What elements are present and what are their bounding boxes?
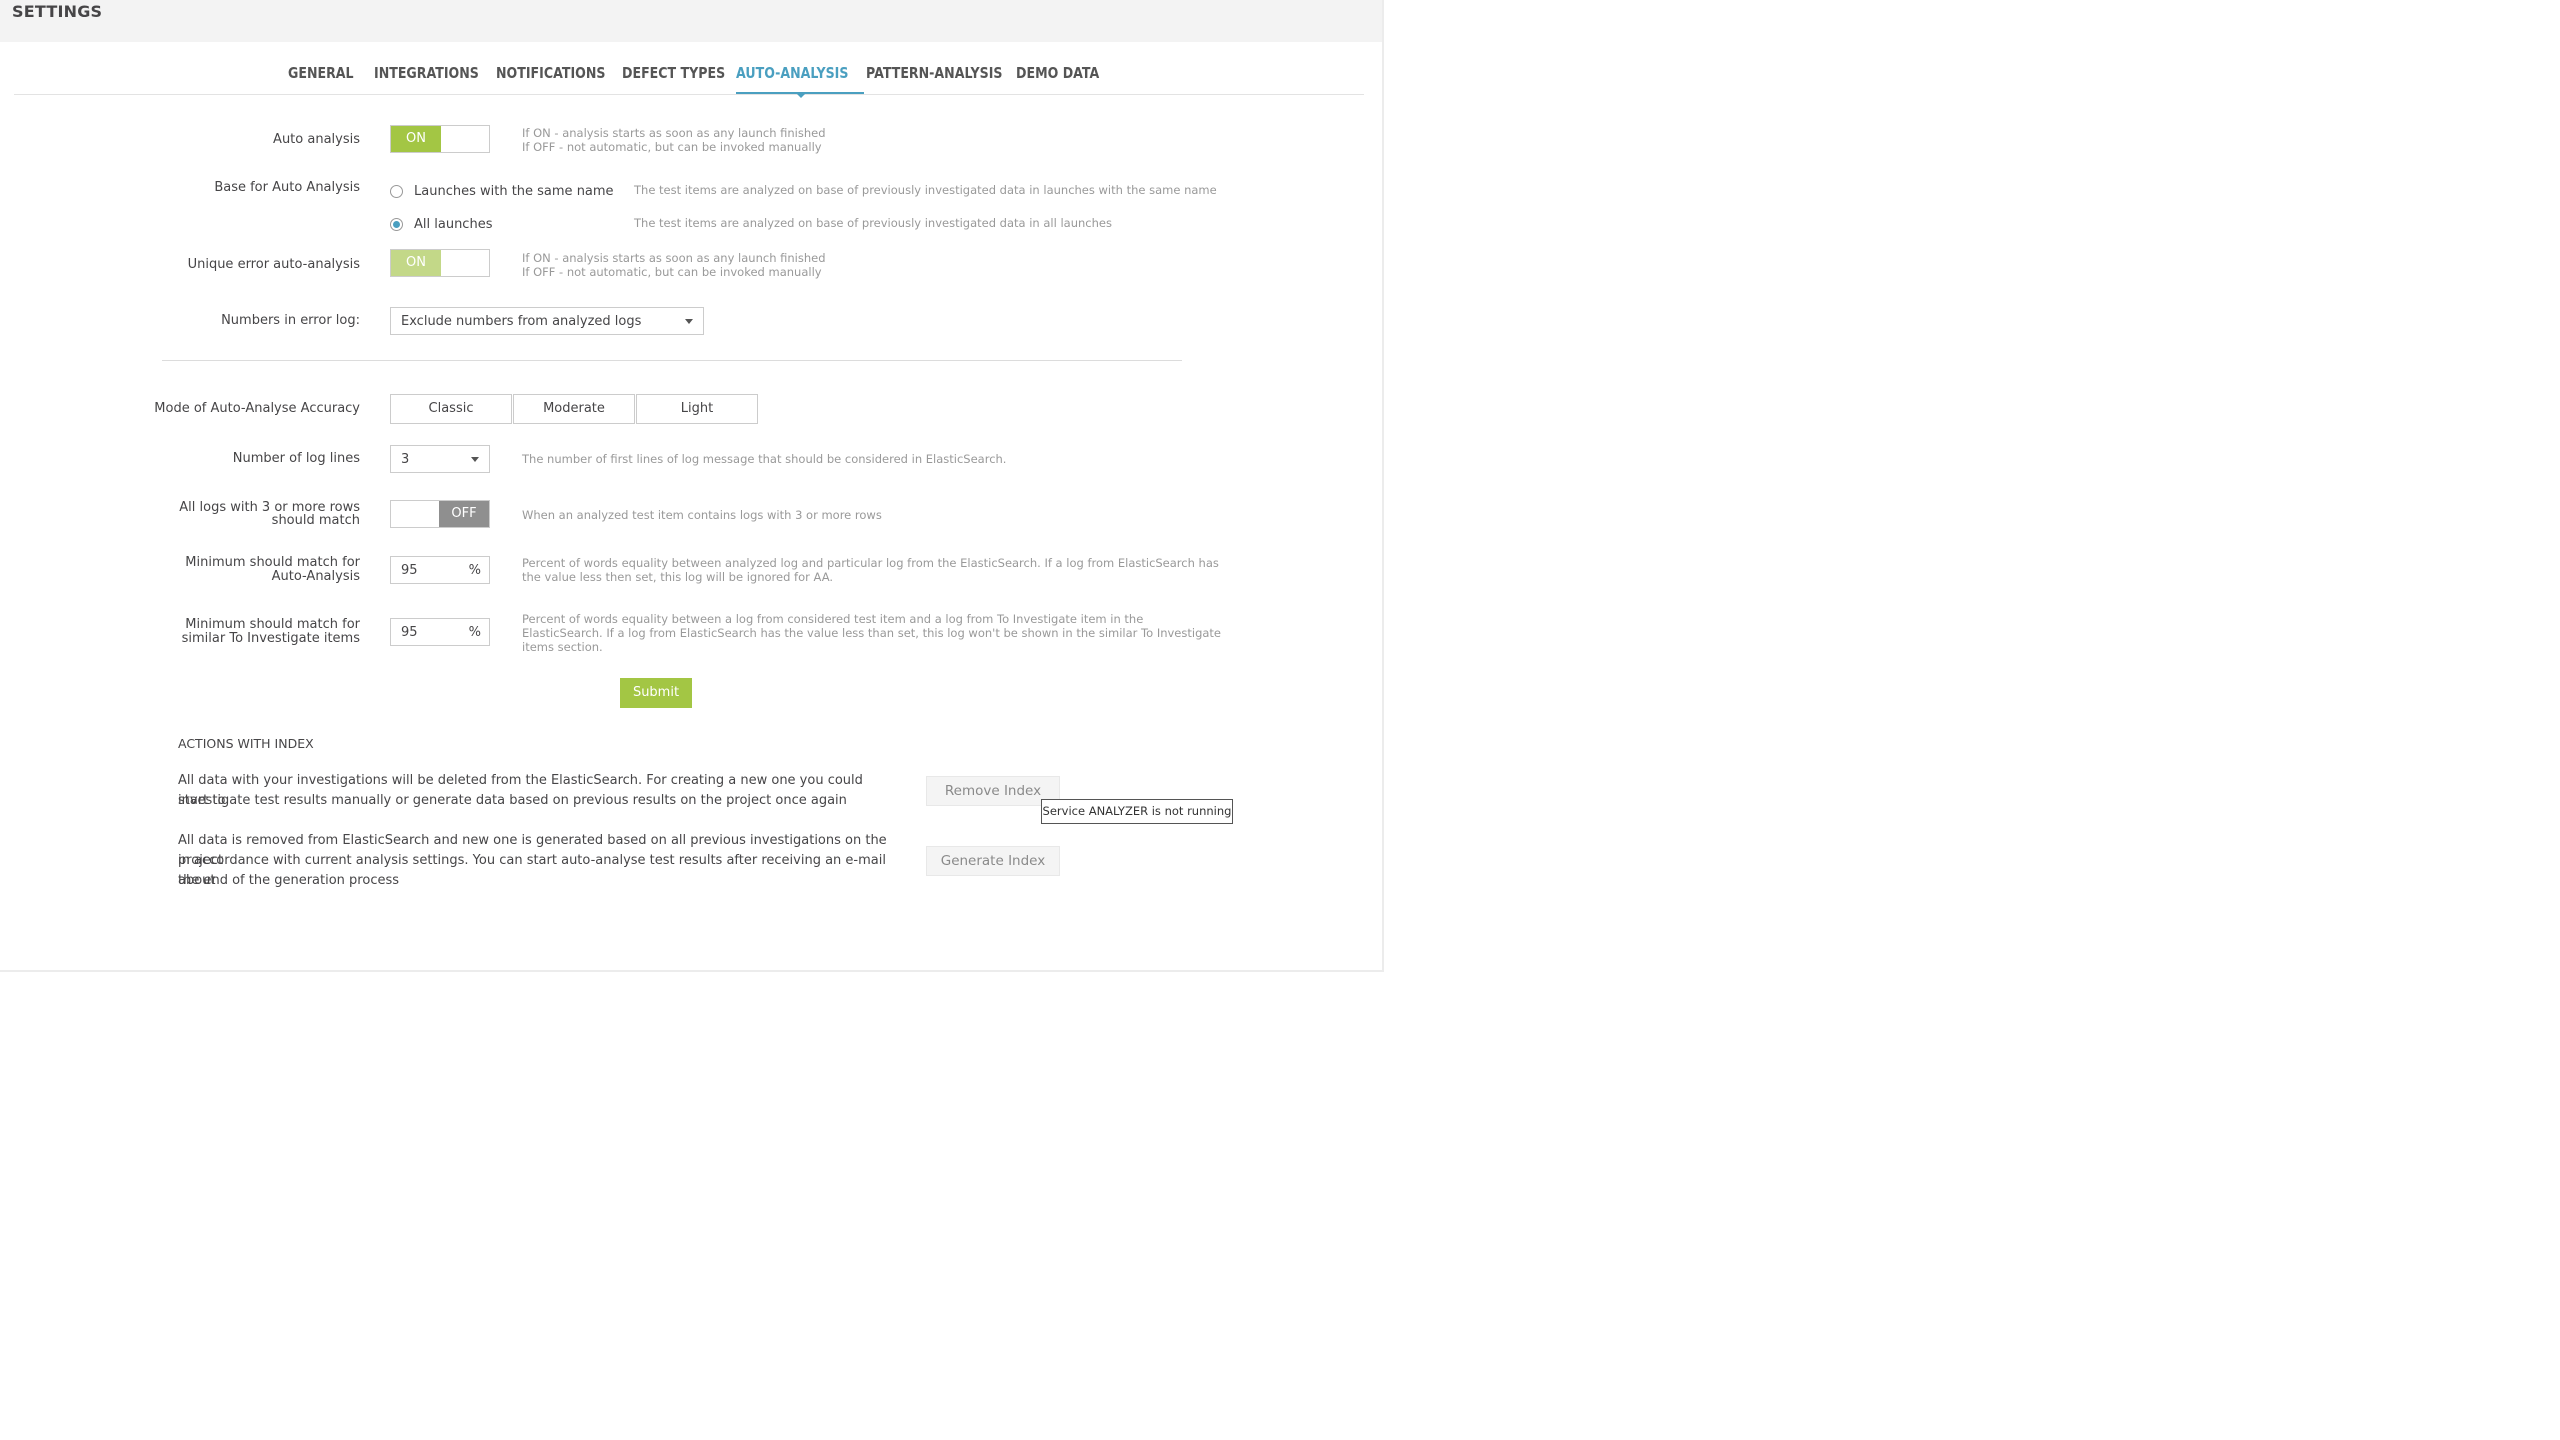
active-tab-caret-icon <box>796 93 806 98</box>
auto-analysis-hint-off: If OFF - not automatic, but can be invok… <box>522 140 822 154</box>
toggle-off-state: OFF <box>439 501 489 527</box>
numbers-in-log-value: Exclude numbers from analyzed logs <box>401 314 642 329</box>
toggle-on-state: ON <box>391 250 441 276</box>
numbers-in-log-select[interactable]: Exclude numbers from analyzed logs <box>390 307 704 335</box>
mode-accuracy-label: Mode of Auto-Analyse Accuracy <box>154 401 360 416</box>
radio-same-name-label: Launches with the same name <box>414 184 614 199</box>
log-lines-label: Number of log lines <box>232 451 360 466</box>
radio-unchecked-icon <box>390 185 403 198</box>
radio-checked-icon <box>390 218 403 231</box>
generate-index-text-line3: the end of the generation process <box>178 873 400 888</box>
min-match-aa-input[interactable]: 95 % <box>390 556 490 584</box>
unique-error-hint-on: If ON - analysis starts as soon as any l… <box>522 251 826 265</box>
submit-button[interactable]: Submit <box>620 678 692 708</box>
remove-index-text-line2: investigate test results manually or gen… <box>178 793 847 808</box>
numbers-in-log-label: Numbers in error log: <box>221 313 360 328</box>
page-title: SETTINGS <box>12 2 103 21</box>
all-logs-toggle[interactable]: OFF <box>390 500 490 528</box>
mode-classic-button[interactable]: Classic <box>390 394 512 424</box>
settings-panel: SETTINGS GENERAL INTEGRATIONS NOTIFICATI… <box>0 0 1384 972</box>
chevron-down-icon <box>685 319 693 324</box>
tab-auto-analysis[interactable]: AUTO-ANALYSIS <box>736 64 848 92</box>
mode-moderate-button[interactable]: Moderate <box>513 394 635 424</box>
unique-error-hint-off: If OFF - not automatic, but can be invok… <box>522 265 822 279</box>
log-lines-select[interactable]: 3 <box>390 445 490 473</box>
index-section-title: ACTIONS WITH INDEX <box>178 736 314 751</box>
settings-header: SETTINGS <box>0 0 1382 42</box>
all-logs-label-line2: should match <box>271 513 360 528</box>
min-match-ti-hint-line3: items section. <box>522 640 603 654</box>
percent-sign: % <box>468 563 481 578</box>
min-match-aa-value: 95 <box>401 563 418 578</box>
unique-error-label: Unique error auto-analysis <box>187 257 360 272</box>
percent-sign: % <box>468 625 481 640</box>
log-lines-hint: The number of first lines of log message… <box>522 452 1007 466</box>
min-match-aa-hint-line2: the value less then set, this log will b… <box>522 570 834 584</box>
chevron-down-icon <box>471 457 479 462</box>
unique-error-toggle[interactable]: ON <box>390 249 490 277</box>
min-match-ti-hint-line2: ElasticSearch. If a log from ElasticSear… <box>522 626 1222 640</box>
base-for-analysis-label: Base for Auto Analysis <box>214 180 360 195</box>
tab-demo-data[interactable]: DEMO DATA <box>1016 64 1099 92</box>
section-divider <box>162 360 1182 361</box>
tab-integrations[interactable]: INTEGRATIONS <box>374 64 479 92</box>
auto-analysis-label: Auto analysis <box>273 132 360 147</box>
same-name-hint: The test items are analyzed on base of p… <box>634 183 1217 197</box>
remove-index-button[interactable]: Remove Index <box>926 776 1060 806</box>
auto-analysis-hint-on: If ON - analysis starts as soon as any l… <box>522 126 826 140</box>
toggle-on-state: ON <box>391 126 441 152</box>
log-lines-value: 3 <box>401 452 410 467</box>
min-match-ti-hint-line1: Percent of words equality between a log … <box>522 612 1144 626</box>
min-match-aa-label-line2: Auto-Analysis <box>271 569 360 584</box>
all-launches-hint: The test items are analyzed on base of p… <box>634 216 1112 230</box>
all-logs-hint: When an analyzed test item contains logs… <box>522 508 882 522</box>
auto-analysis-toggle[interactable]: ON <box>390 125 490 153</box>
min-match-ti-label-line2: similar To Investigate items <box>181 631 360 646</box>
tab-pattern-analysis[interactable]: PATTERN-ANALYSIS <box>866 64 1003 92</box>
radio-all-launches-label: All launches <box>414 217 493 232</box>
min-match-aa-hint-line1: Percent of words equality between analyz… <box>522 556 1219 570</box>
min-match-ti-input[interactable]: 95 % <box>390 618 490 646</box>
tab-defect-types[interactable]: DEFECT TYPES <box>622 64 725 92</box>
tab-notifications[interactable]: NOTIFICATIONS <box>496 64 605 92</box>
mode-light-button[interactable]: Light <box>636 394 758 424</box>
min-match-ti-label-line1: Minimum should match for <box>185 617 360 632</box>
min-match-aa-label-line1: Minimum should match for <box>185 555 360 570</box>
min-match-ti-value: 95 <box>401 625 418 640</box>
settings-tabs: GENERAL INTEGRATIONS NOTIFICATIONS DEFEC… <box>14 60 1364 98</box>
analyzer-not-running-tooltip: Service ANALYZER is not running <box>1041 799 1233 824</box>
generate-index-button[interactable]: Generate Index <box>926 846 1060 876</box>
tab-general[interactable]: GENERAL <box>288 64 354 92</box>
